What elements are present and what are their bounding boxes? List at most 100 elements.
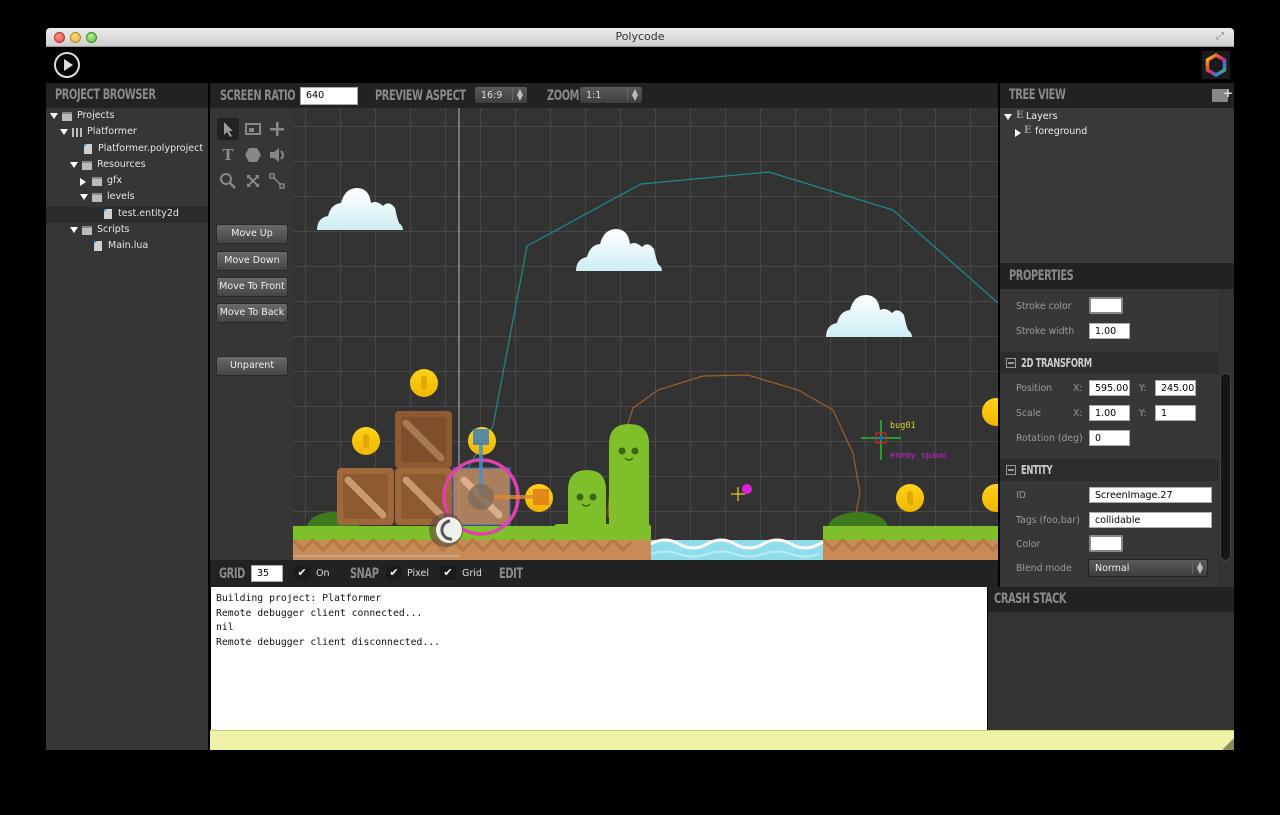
properties-content: Stroke color Stroke width 1.00 2D TRANSF… [1000, 289, 1218, 587]
crosshair-icon[interactable] [266, 118, 288, 140]
properties-header: PROPERTIES [1009, 268, 1074, 284]
link-icon[interactable] [266, 170, 288, 192]
collapse-arrow-icon[interactable] [1015, 129, 1021, 137]
scene-viewport[interactable]: bug01 enemy_spawn [293, 108, 998, 560]
tree-view-header: TREE VIEW [1009, 87, 1066, 103]
file-icon [84, 143, 92, 154]
grid-on-checkbox[interactable]: ✔ [294, 566, 310, 580]
unparent-button[interactable]: Unparent [216, 356, 288, 376]
console-output[interactable]: Building project: Platformer Remote debug… [211, 587, 987, 730]
zoom-value: 1:1 [586, 90, 602, 101]
expand-arrow-icon[interactable] [1004, 114, 1012, 120]
project-icon [72, 128, 82, 138]
folder-icon [92, 177, 102, 187]
crate-sprite [395, 411, 452, 468]
properties-scrollbar[interactable] [1220, 373, 1231, 561]
expand-arrow-icon[interactable] [70, 227, 78, 234]
play-icon[interactable] [54, 52, 80, 78]
image-icon[interactable] [242, 118, 264, 140]
collapse-arrow-icon[interactable] [80, 178, 86, 187]
status-bar [210, 730, 1234, 750]
project-tree-item[interactable]: Platformer [46, 125, 208, 141]
move-icon[interactable] [242, 170, 264, 192]
expand-arrow-icon[interactable] [70, 161, 78, 168]
move-up-button[interactable]: Move Up [216, 224, 288, 244]
id-input[interactable]: ScreenImage.27 [1089, 487, 1212, 503]
project-tree-item[interactable]: Projects [46, 109, 208, 125]
transform-header: 2D TRANSFORM [1021, 356, 1092, 370]
blend-mode-value: Normal [1095, 563, 1130, 574]
scene-canvas[interactable]: bug01 enemy_spawn [293, 108, 998, 560]
project-tree-item[interactable]: gfx [46, 174, 208, 190]
project-tree-item-label: Scripts [97, 224, 130, 236]
snap-grid-checkbox[interactable]: ✔ [440, 566, 456, 580]
rotation-input[interactable]: 0 [1089, 430, 1130, 446]
blend-mode-select[interactable]: Normal ▲ ▼ [1088, 559, 1208, 577]
scale-x-input[interactable]: 1.00 [1089, 405, 1130, 421]
project-tree-item-label: Projects [77, 110, 115, 121]
stroke-width-label: Stroke width [1016, 326, 1075, 337]
move-to-back-button[interactable]: Move To Back [216, 303, 288, 323]
polycode-logo-icon [1202, 51, 1230, 79]
fullscreen-icon[interactable]: ⤢ [1216, 31, 1228, 43]
project-browser-header: PROJECT BROWSER [55, 87, 156, 103]
stroke-width-input[interactable]: 1.00 [1089, 323, 1130, 339]
title-bar: Polycode ⤢ [46, 28, 1234, 47]
project-tree-item[interactable]: Platformer.polyproject [46, 142, 208, 158]
position-y-input[interactable]: 245.00 [1155, 380, 1196, 396]
console-line: Remote debugger client disconnected... [216, 636, 441, 648]
green-character-sprite [568, 470, 606, 526]
project-tree-item-label: Platformer.polyproject [98, 142, 204, 154]
grid-snap-bar: GRID 35 ✔ On SNAP ✔ Pixel ✔ Grid EDIT [210, 560, 998, 587]
expand-arrow-icon[interactable] [60, 129, 68, 136]
scale-y-input[interactable]: 1 [1155, 405, 1196, 421]
expand-arrow-icon[interactable] [80, 194, 88, 201]
stroke-color-swatch[interactable] [1089, 297, 1123, 314]
select-arrows-icon: ▲ ▼ [511, 88, 523, 102]
position-x-input[interactable]: 595.00 [1089, 380, 1130, 396]
move-down-button[interactable]: Move Down [216, 251, 288, 271]
collapse-section-icon[interactable] [1006, 465, 1016, 475]
crash-stack-header: CRASH STACK [994, 591, 1067, 607]
screen-ratio-input[interactable]: 640 [300, 87, 358, 105]
project-tree-item[interactable]: Scripts [46, 223, 208, 239]
grid-size-input[interactable]: 35 [251, 565, 283, 582]
folder-icon [92, 193, 102, 203]
screen-ratio-label: SCREEN RATIO [220, 88, 296, 104]
tree-item-foreground[interactable]: E foreground [1000, 125, 1234, 140]
expand-arrow-icon[interactable] [50, 113, 58, 119]
preview-aspect-select[interactable]: 16:9 ▲ ▼ [474, 86, 528, 104]
project-tree-item[interactable]: Main.lua [46, 239, 208, 255]
edit-label: EDIT [499, 566, 523, 582]
cloud-sprite [317, 188, 403, 230]
scale-x-label: X: [1073, 408, 1083, 419]
select-arrow-icon[interactable] [217, 118, 239, 140]
project-tree-item[interactable]: levels [46, 190, 208, 206]
move-to-front-button[interactable]: Move To Front [216, 277, 288, 297]
text-icon[interactable]: T [217, 144, 239, 166]
properties-panel: PROPERTIES Stroke color Stroke width 1.0… [1000, 263, 1234, 587]
zoom-icon[interactable] [217, 170, 239, 192]
entity-section-header[interactable]: ENTITY [1000, 459, 1218, 481]
snap-pixel-checkbox[interactable]: ✔ [386, 566, 402, 580]
select-arrows-icon: ▲ ▼ [626, 88, 638, 102]
snap-grid-label: Grid [462, 568, 482, 579]
project-tree-item-label: test.entity2d [118, 207, 179, 219]
sound-icon[interactable] [266, 144, 288, 166]
project-tree-item[interactable]: test.entity2d [46, 206, 208, 224]
resize-grip-icon[interactable] [1222, 738, 1234, 750]
tags-input[interactable]: collidable [1089, 512, 1212, 528]
add-layer-icon[interactable] [1212, 86, 1233, 102]
hexagon-shape-icon[interactable] [242, 144, 264, 166]
project-tree-item[interactable]: Resources [46, 158, 208, 174]
enemy-spawn-marker: bug01 enemy_spawn [861, 420, 946, 461]
sound-entity-marker [731, 484, 752, 501]
collapse-section-icon[interactable] [1006, 358, 1016, 368]
crash-stack-panel: CRASH STACK [988, 587, 1234, 730]
folder-icon [62, 112, 72, 121]
tree-item-layers[interactable]: E Layers [1000, 110, 1234, 125]
project-browser-panel: PROJECT BROWSER Projects Platformer Platfo… [46, 83, 208, 750]
transform-section-header[interactable]: 2D TRANSFORM [1000, 352, 1218, 374]
zoom-select[interactable]: 1:1 ▲ ▼ [579, 86, 643, 104]
entity-color-swatch[interactable] [1089, 535, 1123, 552]
